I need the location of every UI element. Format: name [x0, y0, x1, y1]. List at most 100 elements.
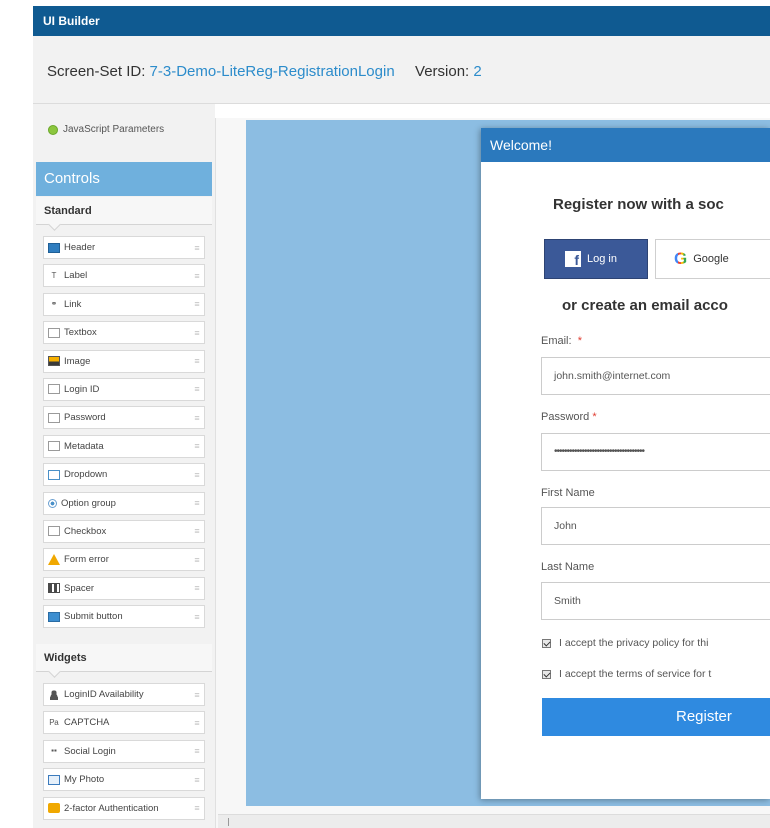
email-register-heading: or create an email acco — [562, 297, 728, 314]
drag-handle-icon[interactable]: ≡ — [190, 583, 204, 593]
radio-icon — [48, 498, 57, 508]
app-title-bar: UI Builder — [33, 6, 770, 36]
control-item-link[interactable]: ⚭ Link ≡ — [43, 292, 205, 316]
control-item-checkbox[interactable]: Checkbox ≡ — [43, 519, 205, 543]
drag-handle-icon[interactable]: ≡ — [190, 299, 204, 309]
drag-handle-icon[interactable]: ≡ — [190, 328, 204, 338]
drag-handle-icon[interactable]: ≡ — [190, 356, 204, 366]
email-required-mark: * — [577, 335, 582, 347]
control-item-submit-button[interactable]: Submit button ≡ — [43, 605, 205, 629]
screenset-info: Screen-Set ID: 7-3-Demo-LiteReg-Registra… — [47, 63, 482, 80]
control-item-label: Submit button — [64, 611, 123, 623]
control-item-label: Option group — [61, 497, 116, 509]
control-item-header[interactable]: Header ≡ — [43, 236, 205, 259]
control-item-option-group[interactable]: Option group ≡ — [43, 491, 205, 515]
control-item-label: Login ID — [64, 383, 100, 395]
version-label: Version: — [415, 63, 470, 80]
standard-section-title: Standard — [36, 197, 212, 225]
first-name-field[interactable]: John — [541, 507, 770, 545]
warning-icon — [48, 554, 60, 566]
drag-handle-icon[interactable]: ≡ — [190, 775, 204, 785]
facebook-icon: f — [565, 251, 581, 268]
google-login-label: Google — [693, 253, 729, 265]
metadata-icon — [48, 441, 60, 452]
password-label: Password * — [541, 411, 597, 423]
drag-handle-icon[interactable]: ≡ — [190, 271, 204, 281]
standard-controls-list: Header ≡ T Label ≡ ⚭ Link ≡ Textbox ≡ Image ≡ Login … — [43, 236, 205, 633]
dropdown-icon — [48, 469, 60, 480]
person-icon — [48, 689, 60, 700]
control-item-login-id[interactable]: Login ID ≡ — [43, 377, 205, 401]
control-item-label[interactable]: T Label ≡ — [43, 264, 205, 288]
social-icon: ▪▪ — [51, 746, 57, 756]
label-icon: T — [51, 270, 57, 280]
facebook-login-button[interactable]: f Log in — [544, 239, 648, 279]
control-item-form-error[interactable]: Form error ≡ — [43, 548, 205, 572]
screenset-id-label: Screen-Set ID: — [47, 63, 146, 80]
control-item-label: Link — [64, 298, 82, 310]
facebook-login-label: Log in — [587, 253, 617, 265]
widget-item-loginid-availability[interactable]: LoginID Availability ≡ — [43, 683, 205, 706]
control-item-label: Dropdown — [64, 469, 108, 481]
email-label: Email: * — [541, 335, 582, 347]
widget-item-social-login[interactable]: ▪▪ Social Login ≡ — [43, 739, 205, 763]
control-item-dropdown[interactable]: Dropdown ≡ — [43, 463, 205, 487]
password-field[interactable]: •••••••••••••••••••••••••••••••••••• — [541, 433, 770, 471]
drag-handle-icon[interactable]: ≡ — [190, 555, 204, 565]
register-button[interactable]: Register — [542, 698, 770, 736]
textbox-icon — [48, 327, 60, 338]
google-login-button[interactable]: G Google — [655, 239, 770, 279]
drag-handle-icon[interactable]: ≡ — [190, 243, 204, 253]
javascript-parameters-link[interactable]: JavaScript Parameters — [48, 124, 164, 135]
welcome-dialog: Welcome! Register now with a soc f Log i… — [481, 128, 770, 799]
control-item-label: Image — [64, 355, 91, 367]
privacy-policy-text: I accept the privacy policy for thi — [559, 637, 709, 649]
canvas-horizontal-scrollbar[interactable] — [218, 814, 770, 828]
widget-item-my-photo[interactable]: My Photo ≡ — [43, 768, 205, 792]
drag-handle-icon[interactable]: ≡ — [190, 690, 204, 700]
drag-handle-icon[interactable]: ≡ — [190, 498, 204, 508]
control-item-label: Textbox — [64, 327, 97, 339]
dialog-title: Welcome! — [481, 128, 770, 162]
drag-handle-icon[interactable]: ≡ — [190, 612, 204, 622]
header-icon — [48, 242, 60, 253]
drag-handle-icon[interactable]: ≡ — [190, 718, 204, 728]
image-icon — [48, 356, 60, 367]
control-item-label: Spacer — [64, 582, 95, 594]
widget-item-captcha[interactable]: Ра CAPTCHA ≡ — [43, 711, 205, 735]
terms-of-service-checkbox[interactable]: I accept the terms of service for t — [542, 668, 711, 680]
control-item-textbox[interactable]: Textbox ≡ — [43, 321, 205, 345]
email-field[interactable]: john.smith@internet.com — [541, 357, 770, 395]
control-item-password[interactable]: Password ≡ — [43, 406, 205, 430]
password-label-text: Password — [541, 411, 590, 423]
widget-item-label: Social Login — [64, 745, 116, 757]
control-item-label: Password — [64, 412, 106, 424]
widget-item-label: 2-factor Authentication — [64, 802, 159, 814]
version-value[interactable]: 2 — [473, 63, 481, 80]
drag-handle-icon[interactable]: ≡ — [190, 803, 204, 813]
widgets-section-title: Widgets — [36, 644, 212, 672]
widget-item-label: My Photo — [64, 774, 105, 786]
screenset-id-value[interactable]: 7-3-Demo-LiteReg-RegistrationLogin — [150, 63, 395, 80]
controls-title: Controls — [36, 162, 212, 196]
drag-handle-icon[interactable]: ≡ — [190, 746, 204, 756]
privacy-policy-checkbox[interactable]: I accept the privacy policy for thi — [542, 637, 708, 649]
drag-handle-icon[interactable]: ≡ — [190, 384, 204, 394]
terms-checkbox-box[interactable] — [542, 669, 551, 679]
drag-handle-icon[interactable]: ≡ — [190, 470, 204, 480]
lock-icon — [48, 803, 60, 814]
control-item-label: Form error — [64, 554, 109, 566]
screenset-header: Screen-Set ID: 7-3-Demo-LiteReg-Registra… — [33, 36, 770, 104]
google-icon: G — [674, 249, 688, 268]
register-heading: Register now with a soc — [553, 196, 724, 213]
drag-handle-icon[interactable]: ≡ — [190, 441, 204, 451]
control-item-image[interactable]: Image ≡ — [43, 349, 205, 373]
photo-icon — [48, 774, 60, 785]
drag-handle-icon[interactable]: ≡ — [190, 526, 204, 536]
control-item-spacer[interactable]: Spacer ≡ — [43, 576, 205, 600]
privacy-checkbox-box[interactable] — [542, 638, 551, 648]
control-item-metadata[interactable]: Metadata ≡ — [43, 434, 205, 458]
drag-handle-icon[interactable]: ≡ — [190, 413, 204, 423]
last-name-field[interactable]: Smith — [541, 582, 770, 620]
widget-item-2-factor-authentication[interactable]: 2-factor Authentication ≡ — [43, 796, 205, 820]
